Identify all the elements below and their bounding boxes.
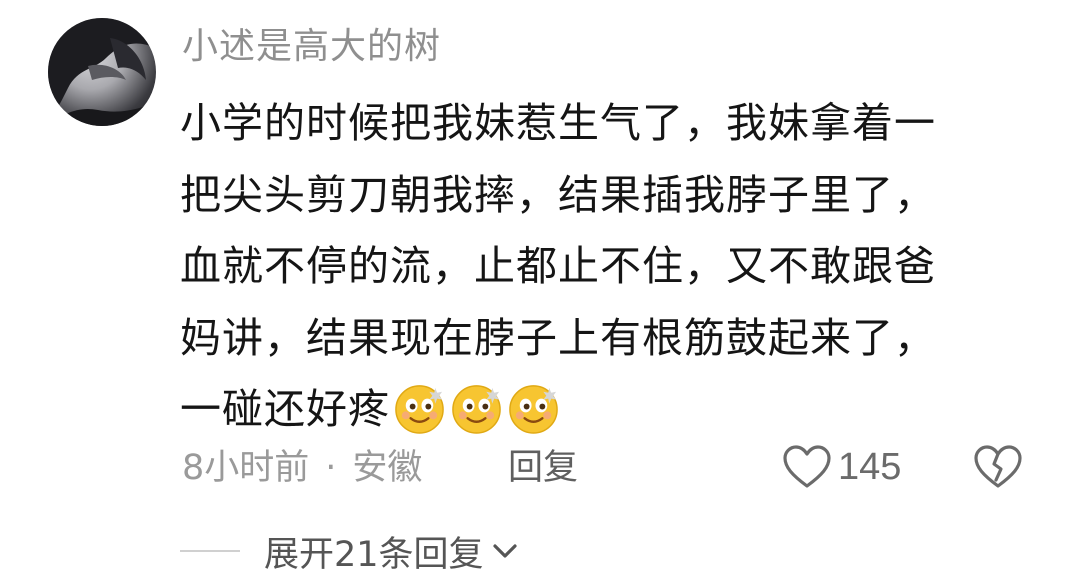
comment-line: 妈讲，结果现在脖子上有根筋鼓起来了， (180, 313, 936, 362)
comment-username[interactable]: 小述是高大的树 (182, 24, 441, 70)
comment-line-last: 一碰还好疼 (180, 374, 1060, 446)
user-avatar[interactable] (48, 18, 156, 126)
comment-line-text: 一碰还好疼 (180, 385, 390, 433)
comment-time: 8小时前 (182, 448, 310, 488)
comment-line: 血就不停的流，止都止不住，又不敢跟爸 (180, 242, 936, 290)
dizzy-face-emoji (449, 380, 504, 435)
dizzy-face-emoji (392, 380, 447, 435)
heart-outline-icon (783, 445, 831, 488)
dizzy-face-emoji (506, 380, 561, 435)
like-button[interactable]: 145 (782, 444, 901, 490)
comment-line: 小学的时候把我妹惹生气了，我妹拿着一 (180, 99, 936, 147)
comment-text: 小学的时候把我妹惹生气了，我妹拿着一 把尖头剪刀朝我摔，结果插我脖子里了， 血就… (180, 88, 1060, 446)
chevron-down-icon (492, 544, 517, 558)
dislike-button[interactable] (973, 444, 1023, 490)
meta-separator: · (325, 448, 337, 488)
comment-line: 把尖头剪刀朝我摔，结果插我脖子里了， (180, 170, 936, 219)
comment-location: 安徽 (352, 448, 423, 488)
expand-replies-label: 展开21条回复 (264, 534, 484, 575)
expand-replies-button[interactable]: 展开21条回复 (180, 528, 522, 575)
divider-rule (180, 550, 240, 552)
like-count: 145 (838, 445, 902, 488)
reply-button[interactable]: 回复 (508, 446, 578, 490)
broken-heart-icon (974, 445, 1022, 488)
comment-meta: 8小时前 · 安徽 (182, 446, 422, 490)
